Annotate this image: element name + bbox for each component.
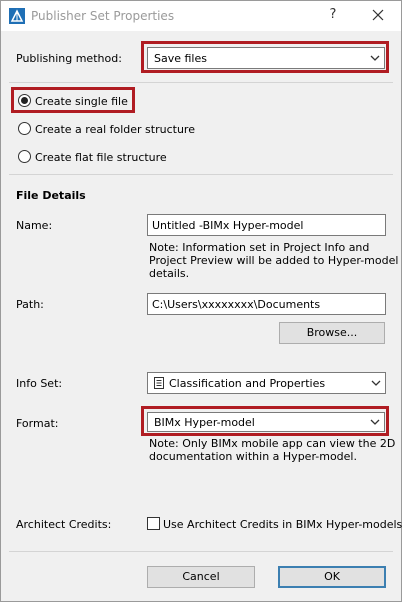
name-value: Untitled -BIMx Hyper-model — [152, 219, 304, 232]
format-value: BIMx Hyper-model — [154, 416, 255, 429]
separator — [9, 551, 393, 552]
path-input[interactable]: C:\Users\xxxxxxxx\Documents — [147, 293, 386, 315]
separator — [9, 82, 393, 83]
info-set-dropdown[interactable]: Classification and Properties — [147, 372, 386, 394]
name-note-line: Note: Information set in Project Info an… — [149, 241, 370, 254]
name-note-line: Project Preview will be added to Hyper-m… — [149, 254, 399, 267]
radio-create-flat-file-structure[interactable] — [18, 150, 31, 163]
format-note: Note: Only BIMx mobile app can view the … — [149, 437, 395, 463]
option-create-flat-file-structure[interactable]: Create flat file structure — [35, 151, 167, 164]
chevron-down-icon — [370, 55, 380, 61]
radio-create-real-folder-structure[interactable] — [18, 122, 31, 135]
help-button[interactable]: ? — [325, 7, 341, 25]
close-icon[interactable] — [369, 6, 387, 24]
name-note: Note: Information set in Project Info an… — [149, 241, 398, 280]
format-note-line: documentation within a Hyper-model. — [149, 450, 357, 463]
name-input[interactable]: Untitled -BIMx Hyper-model — [147, 214, 386, 236]
ok-button[interactable]: OK — [278, 566, 386, 588]
document-list-icon — [154, 377, 164, 389]
cancel-button[interactable]: Cancel — [147, 566, 255, 588]
archicad-app-icon — [9, 8, 25, 24]
publishing-method-label: Publishing method: — [16, 52, 122, 65]
path-label: Path: — [16, 298, 44, 311]
name-label: Name: — [16, 219, 53, 232]
separator — [9, 174, 393, 175]
radio-selected-dot — [21, 97, 28, 104]
option-create-real-folder-structure[interactable]: Create a real folder structure — [35, 123, 195, 136]
info-set-label: Info Set: — [16, 377, 63, 390]
publisher-set-properties-dialog: Publisher Set Properties ? Publishing me… — [0, 0, 402, 602]
publishing-method-dropdown[interactable]: Save files — [147, 47, 385, 69]
option-create-single-file[interactable]: Create single file — [35, 95, 128, 108]
publishing-method-value: Save files — [154, 52, 207, 65]
radio-create-single-file[interactable] — [18, 94, 31, 107]
format-note-line: Note: Only BIMx mobile app can view the … — [149, 437, 396, 450]
file-details-heading: File Details — [16, 189, 86, 202]
window-title: Publisher Set Properties — [31, 9, 175, 23]
architect-credits-checkbox[interactable] — [147, 517, 160, 530]
architect-credits-label: Architect Credits: — [16, 518, 112, 531]
name-note-line: details. — [149, 267, 190, 280]
architect-credits-checkbox-label[interactable]: Use Architect Credits in BIMx Hyper-mode… — [163, 518, 402, 531]
format-dropdown[interactable]: BIMx Hyper-model — [147, 412, 385, 432]
title-bar: Publisher Set Properties ? — [1, 1, 401, 31]
info-set-value: Classification and Properties — [169, 377, 326, 390]
browse-button[interactable]: Browse... — [279, 322, 385, 344]
format-label: Format: — [16, 417, 59, 430]
chevron-down-icon — [371, 380, 381, 386]
chevron-down-icon — [370, 419, 380, 425]
path-value: C:\Users\xxxxxxxx\Documents — [152, 298, 321, 311]
